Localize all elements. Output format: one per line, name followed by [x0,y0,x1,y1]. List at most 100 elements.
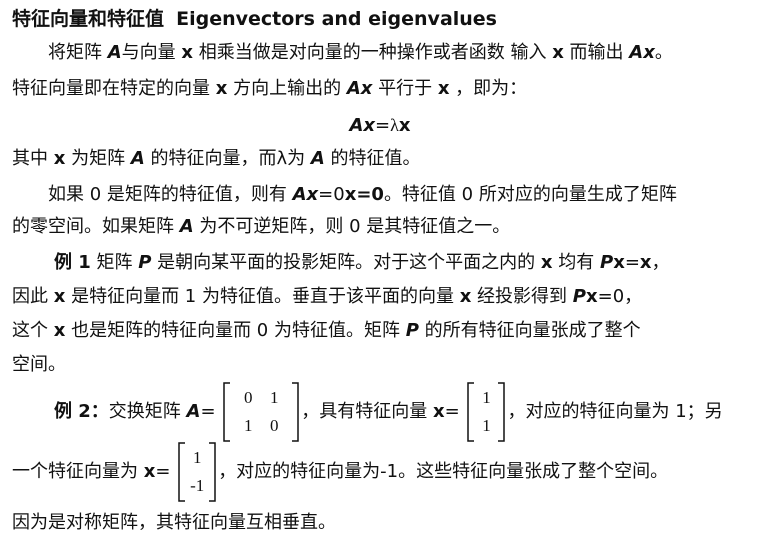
equals: = [444,401,460,422]
Ax-symbol: Ax [292,184,319,205]
text: 其中 [12,148,54,169]
vector-cell: 1 [482,416,491,435]
matrix-cell: 1 [244,416,253,435]
text: 是特征向量而 1 为特征值。垂直于该平面的向量 [65,286,460,307]
text: 空间。 [12,354,66,375]
text: 的零空间。如果矩阵 [12,216,180,237]
example-label: 例 2 [54,401,91,422]
matrix-symbol: A [179,216,194,237]
text: 为不可逆矩阵，则 0 是其特征值之一。 [193,216,511,237]
right-bracket [291,382,299,442]
eigenvector-2: 1 -1 [178,442,216,502]
vector-symbol: x [143,461,156,482]
matrix-symbol: A [107,42,122,63]
vector-symbol: x [398,115,411,136]
p3-line1: 如果 0 是矩阵的特征值，则有 Ax=0x=0。特征值 0 所对应的向量生成了矩… [48,182,677,208]
vector-symbol: x [433,401,445,422]
vector-symbol: x [459,286,472,307]
vector-symbol: x [585,286,598,307]
text: 经投影得到 [471,286,573,307]
right-bracket [497,382,505,442]
equals: = [200,401,216,422]
text: ，具有特征向量 [301,401,434,422]
text: 矩阵 [90,252,139,273]
ex2-line2: 一个特征向量为 x= 1 -1 ，对应的特征向量为-1。这些特征向量张成了整个空… [12,442,668,502]
text: 为矩阵 [65,148,131,169]
vector-cell: 1 [482,388,491,407]
vector-cell: 1 [192,448,202,467]
text: 均有 [552,252,600,273]
matrix-symbol: P [138,252,152,273]
p1-line1: 将矩阵 A与向量 x 相乘当做是对向量的一种操作或者函数 输入 x 而输出 Ax… [48,40,673,66]
p3-line2: 的零空间。如果矩阵 A 为不可逆矩阵，则 0 是其特征值之一。 [12,214,510,240]
eigenvector-1: 1 1 [467,382,505,442]
Ax-symbol: Ax [349,115,376,136]
matrix-cell: 1 [270,388,279,407]
equals: = [624,252,640,273]
text: 的所有特征向量张成了整个 [418,320,641,341]
text: 因此 [12,286,54,307]
title-en: Eigenvectors and eigenvalues [176,8,497,30]
text: =0， [597,286,643,307]
title-cn: 特征向量和特征值 [12,8,165,30]
text: ，对应的特征向量为-1。这些特征向量张成了整个空间。 [218,461,669,482]
x-equals-zero: x=0 [344,184,384,205]
ex2-line1: 例 2：交换矩阵 A= 0 1 1 0 ，具有特征向量 x= 1 1 ，对应的特… [54,382,723,442]
vector-cell: -1 [190,476,205,495]
p2-line: 其中 x 为矩阵 A 的特征向量，而λ为 A 的特征值。 [12,146,421,172]
text: 将矩阵 [48,42,108,63]
vector-symbol: x [181,42,194,63]
Ax-symbol: Ax [629,42,655,63]
vector-symbol: x [53,320,66,341]
page-title: 特征向量和特征值 Eigenvectors and eigenvalues [12,6,497,32]
left-bracket [178,442,186,502]
eigen-equation: Ax=λx [0,112,760,139]
text: 因为是对称矩阵，其特征向量互相垂直。 [12,512,336,533]
matrix-symbol: A [130,148,145,169]
text: 。 [654,42,673,63]
matrix-cell: 0 [270,416,279,435]
text: 而输出 [563,42,630,63]
text: 的特征向量，而λ为 [144,148,311,169]
text: 交换矩阵 [108,401,187,422]
p1-line2: 特征向量即在特定的向量 x 方向上输出的 Ax 平行于 x ，即为： [12,76,527,102]
Ax-symbol: Ax [346,78,373,99]
ex1-line4: 空间。 [12,352,66,378]
left-bracket [467,382,475,442]
vector-symbol: x [613,252,625,273]
matrix-symbol: A [186,401,201,422]
vector-symbol: x [540,252,553,273]
text: 的特征值。 [324,148,421,169]
matrix-symbol: P [405,320,419,341]
text: 也是矩阵的特征向量而 0 为特征值。矩阵 [65,320,406,341]
swap-matrix: 0 1 1 0 [223,382,299,442]
text: 相乘当做是对向量的一种操作或者函数 输入 [193,42,553,63]
vector-symbol: x [552,42,564,63]
ex1-line1: 例 1 矩阵 P 是朝向某平面的投影矩阵。对于这个平面之内的 x 均有 Px=x… [54,250,670,276]
equals: = [155,461,171,482]
lambda: λ [390,115,399,135]
vector-symbol: x [215,78,228,99]
ex1-line2: 因此 x 是特征向量而 1 为特征值。垂直于该平面的向量 x 经投影得到 Px=… [12,284,642,310]
text: 。特征值 0 所对应的向量生成了矩阵 [383,184,677,205]
equals: = [375,115,391,136]
left-bracket [223,382,231,442]
text: 平行于 [372,78,438,99]
text: 是朝向某平面的投影矩阵。对于这个平面之内的 [151,252,541,273]
text: 这个 [12,320,54,341]
right-bracket [208,442,216,502]
matrix-symbol: A [310,148,325,169]
matrix-symbol: P [572,286,586,307]
example-label: 例 1 [54,252,91,273]
colon: ： [90,401,109,422]
text: ， [651,252,670,273]
vector-symbol: x [53,286,66,307]
ex2-line3: 因为是对称矩阵，其特征向量互相垂直。 [12,510,336,536]
text: ，对应的特征向量为 1；另 [507,401,723,422]
text: 如果 0 是矩阵的特征值，则有 [48,184,293,205]
text: =0 [318,184,345,205]
text: ，即为： [449,78,528,99]
vector-symbol: x [53,148,66,169]
vector-symbol: x [437,78,450,99]
text: 特征向量即在特定的向量 [12,78,216,99]
